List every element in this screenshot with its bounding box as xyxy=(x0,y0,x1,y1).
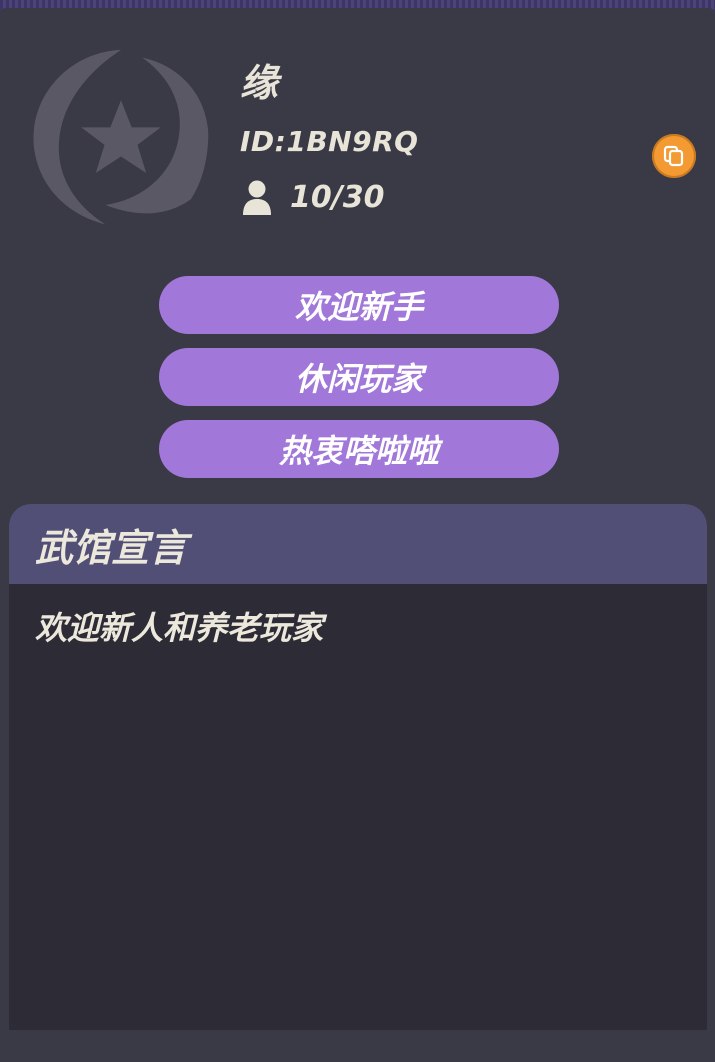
tag-welcome-newbies[interactable]: 欢迎新手 xyxy=(159,276,559,334)
manifesto-panel: 武馆宣言 欢迎新人和养老玩家 xyxy=(9,504,707,1030)
copy-icon xyxy=(663,145,684,167)
member-count: 10/30 xyxy=(242,178,384,218)
manifesto-header: 武馆宣言 xyxy=(9,504,707,584)
guild-id: ID:1BN9RQ xyxy=(240,125,419,158)
guild-name: 缘 xyxy=(240,61,279,105)
member-count-label: 10/30 xyxy=(290,180,385,215)
guild-emblem-icon xyxy=(33,49,209,225)
person-icon xyxy=(243,180,271,215)
guild-tags: 欢迎新手 休闲玩家 热衷嗒啦啦 xyxy=(159,276,559,492)
manifesto-text: 欢迎新人和养老玩家 xyxy=(35,609,324,647)
tag-enthusiast[interactable]: 热衷嗒啦啦 xyxy=(159,420,559,478)
tag-casual-players[interactable]: 休闲玩家 xyxy=(159,348,559,406)
manifesto-title: 武馆宣言 xyxy=(35,525,188,570)
top-border xyxy=(0,0,715,14)
copy-id-button[interactable] xyxy=(652,134,696,178)
